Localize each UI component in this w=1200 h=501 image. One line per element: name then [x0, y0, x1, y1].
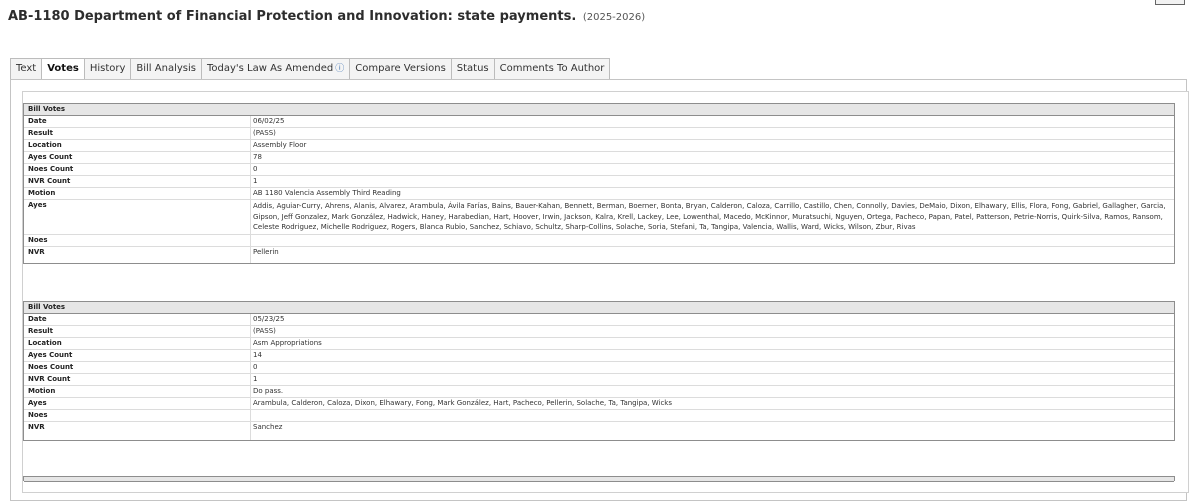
tab-text[interactable]: Text: [10, 58, 42, 80]
row-value: [250, 234, 1174, 246]
row-value: 1: [250, 176, 1174, 187]
vote-row-ayes-count: Ayes Count 78: [24, 152, 1174, 164]
row-label: Noes Count: [28, 165, 74, 173]
tab-compare-versions[interactable]: Compare Versions: [349, 58, 451, 80]
vote-row-date: Date 06/02/25: [24, 116, 1174, 128]
tab-bar: Text Votes History Bill Analysis Today's…: [10, 58, 611, 80]
vote-row-nvr: NVR Pellerin: [24, 246, 1174, 263]
vote-row-ayes: Ayes Arambula, Calderon, Caloza, Dixon, E…: [24, 398, 1174, 410]
info-icon: ⓘ: [335, 64, 345, 74]
tab-label: Status: [456, 63, 489, 74]
tab-label: Text: [16, 63, 37, 74]
row-value: Pellerin: [250, 246, 1174, 263]
row-value: 1: [250, 374, 1174, 385]
bill-title: AB-1180 Department of Financial Protecti…: [8, 9, 577, 24]
row-label: Date: [28, 117, 47, 125]
row-value: Sanchez: [250, 422, 1174, 440]
vote-row-noes-count: Noes Count 0: [24, 164, 1174, 176]
row-value: Addis, Aguiar-Curry, Ahrens, Alanis, Alv…: [250, 200, 1174, 234]
tab-label: Votes: [47, 63, 79, 74]
row-value: 78: [250, 152, 1174, 163]
row-label: Ayes: [28, 201, 47, 209]
vote-row-motion: Motion AB 1180 Valencia Assembly Third Re…: [24, 188, 1174, 200]
vote-row-ayes-count: Ayes Count 14: [24, 350, 1174, 362]
tab-todays-law[interactable]: Today's Law As Amended ⓘ: [200, 58, 350, 80]
bill-votes-heading: Bill Votes: [24, 302, 1174, 314]
row-label: Result: [28, 129, 54, 137]
vote-row-date: Date 05/23/25: [24, 314, 1174, 326]
row-label: Noes Count: [28, 363, 74, 371]
vote-row-result: Result (PASS): [24, 128, 1174, 140]
row-value: Assembly Floor: [250, 140, 1174, 151]
row-value: 0: [250, 164, 1174, 175]
tab-label: Comments To Author: [499, 63, 605, 74]
row-label: Location: [28, 339, 62, 347]
tab-status[interactable]: Status: [450, 58, 494, 80]
row-label: Noes: [28, 235, 48, 244]
row-label: Date: [28, 315, 47, 323]
row-value: (PASS): [250, 326, 1174, 337]
session-years: (2025-2026): [582, 12, 646, 23]
bill-votes-heading: Bill Votes: [24, 104, 1174, 116]
vote-row-nvr: NVR Sanchez: [24, 422, 1174, 440]
row-label: Ayes Count: [28, 351, 73, 359]
tab-label: Today's Law As Amended: [206, 63, 334, 74]
tab-label: Bill Analysis: [136, 63, 196, 74]
tab-label: History: [89, 63, 126, 74]
vote-row-nvr-count: NVR Count 1: [24, 176, 1174, 188]
vote-row-result: Result (PASS): [24, 326, 1174, 338]
row-value: Arambula, Calderon, Caloza, Dixon, Elhaw…: [250, 398, 1174, 409]
row-value: (PASS): [250, 128, 1174, 139]
bill-votes-table-next: [23, 476, 1175, 482]
row-label: Motion: [28, 387, 56, 395]
top-right-button[interactable]: [1155, 0, 1185, 5]
row-value: Asm Appropriations: [250, 338, 1174, 349]
row-label: NVR: [28, 423, 45, 431]
tab-bill-analysis[interactable]: Bill Analysis: [130, 58, 201, 80]
tab-votes[interactable]: Votes: [41, 58, 84, 80]
vote-row-noes: Noes: [24, 234, 1174, 247]
page-title: AB-1180 Department of Financial Protecti…: [8, 9, 645, 24]
tab-label: Compare Versions: [355, 63, 446, 74]
vote-row-location: Location Assembly Floor: [24, 140, 1174, 152]
bill-votes-table: Bill Votes Date 06/02/25 Result (PASS) Loc…: [23, 103, 1175, 264]
row-value: AB 1180 Valencia Assembly Third Reading: [250, 188, 1174, 199]
vote-row-noes: Noes: [24, 410, 1174, 422]
row-label: NVR Count: [28, 177, 71, 185]
tab-comments-to-author[interactable]: Comments To Author: [493, 58, 611, 80]
row-label: Noes: [28, 411, 48, 419]
row-value: 06/02/25: [250, 116, 1174, 127]
row-value: 05/23/25: [250, 314, 1174, 325]
tab-history[interactable]: History: [83, 58, 131, 80]
row-label: NVR: [28, 247, 45, 256]
row-value: 14: [250, 350, 1174, 361]
vote-row-location: Location Asm Appropriations: [24, 338, 1174, 350]
bill-votes-table: Bill Votes Date 05/23/25 Result (PASS) Loc…: [23, 301, 1175, 441]
row-label: Location: [28, 141, 62, 149]
row-label: Ayes: [28, 399, 47, 407]
vote-row-noes-count: Noes Count 0: [24, 362, 1174, 374]
row-value: [250, 410, 1174, 421]
row-label: Result: [28, 327, 54, 335]
row-value: Do pass.: [250, 386, 1174, 397]
row-label: Ayes Count: [28, 153, 73, 161]
row-label: NVR Count: [28, 375, 71, 383]
row-value: 0: [250, 362, 1174, 373]
row-label: Motion: [28, 189, 56, 197]
vote-row-motion: Motion Do pass.: [24, 386, 1174, 398]
vote-row-ayes: Ayes Addis, Aguiar-Curry, Ahrens, Alanis,…: [24, 200, 1174, 235]
vote-row-nvr-count: NVR Count 1: [24, 374, 1174, 386]
